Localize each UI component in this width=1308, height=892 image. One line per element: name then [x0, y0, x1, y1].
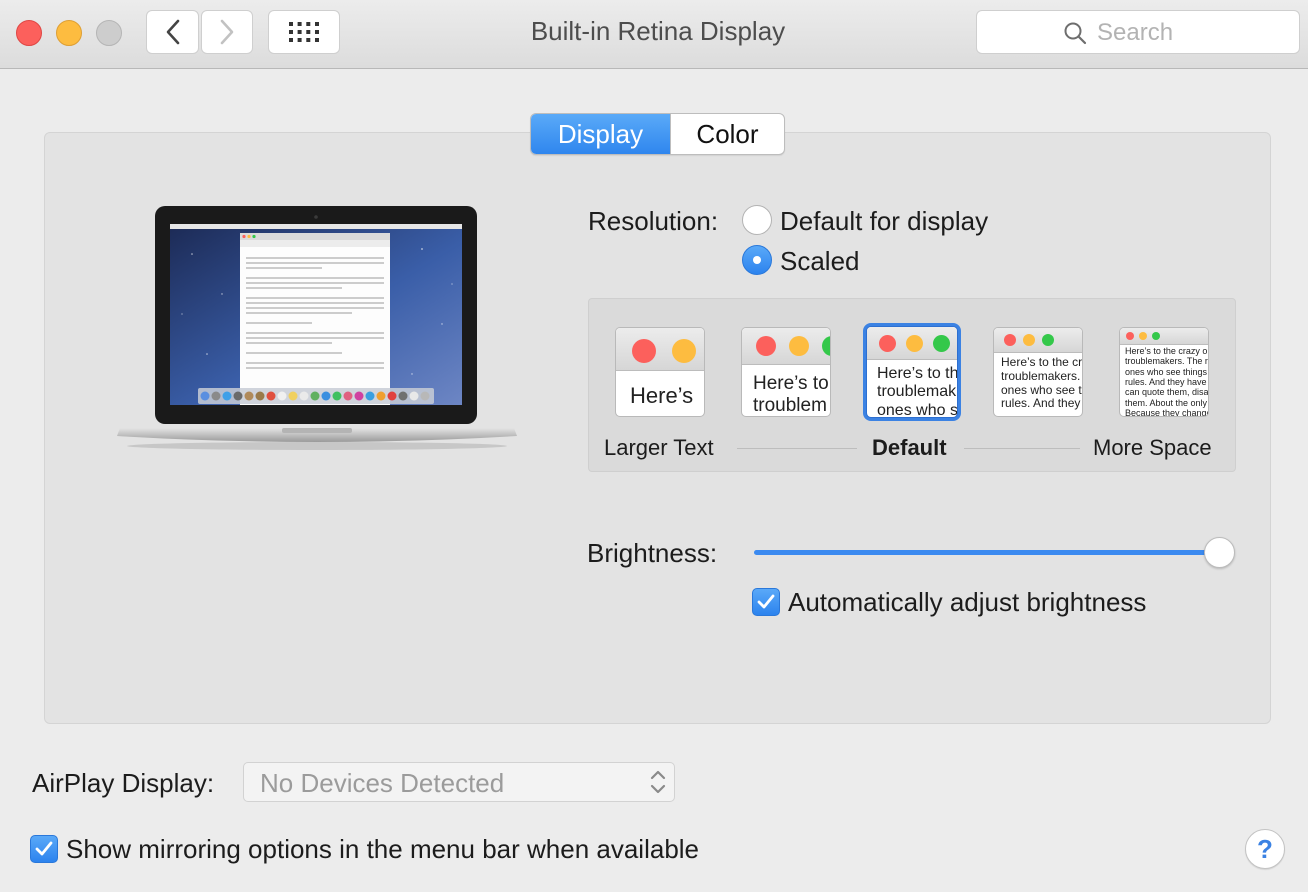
- close-window-button[interactable]: [16, 20, 42, 46]
- tab-bar: Display Color: [530, 113, 785, 155]
- checkmark-icon: [757, 594, 775, 609]
- help-button[interactable]: ?: [1245, 829, 1285, 869]
- grid-icon: [289, 22, 319, 42]
- tab-color[interactable]: Color: [670, 114, 784, 154]
- chevron-right-icon: [220, 19, 234, 45]
- show-mirroring-checkbox[interactable]: [30, 835, 58, 863]
- scale-option-more-space[interactable]: Here’s to the crazy one troublemakers. T…: [1119, 327, 1209, 417]
- brightness-label: Brightness:: [587, 538, 718, 568]
- radio-default-for-display[interactable]: [742, 205, 772, 235]
- laptop-image: [117, 206, 517, 450]
- show-all-button[interactable]: [268, 10, 340, 54]
- chevron-left-icon: [166, 19, 179, 45]
- back-button[interactable]: [146, 10, 199, 54]
- brightness-slider-track[interactable]: [754, 550, 1220, 555]
- zoom-window-button: [96, 20, 122, 46]
- title-bar: Built-in Retina Display Search: [0, 0, 1308, 69]
- radio-scaled[interactable]: [742, 245, 772, 275]
- scale-divider: [964, 448, 1080, 449]
- updown-arrows-icon: [650, 770, 666, 794]
- airplay-display-popup[interactable]: No Devices Detected: [243, 762, 675, 802]
- scale-option-2[interactable]: Here’s to troublem: [741, 327, 831, 417]
- scale-option-4[interactable]: Here’s to the cr troublemakers. ones who…: [993, 327, 1083, 417]
- scale-divider: [737, 448, 857, 449]
- scale-preview-text: Here’s to the crazy one troublemakers. T…: [1125, 346, 1209, 417]
- default-label: Default: [872, 435, 947, 460]
- scale-option-larger-text[interactable]: Here’s: [615, 327, 705, 417]
- window-title: Built-in Retina Display: [530, 16, 786, 46]
- scale-preview-text: Here’s to troublem: [753, 373, 829, 416]
- search-field[interactable]: Search: [976, 10, 1300, 54]
- airplay-display-value: No Devices Detected: [260, 768, 505, 798]
- larger-text-label: Larger Text: [604, 435, 714, 460]
- search-icon: [1064, 22, 1087, 45]
- scale-preview-text: Here’s to the cr troublemakers. ones who…: [1001, 355, 1083, 411]
- auto-brightness-checkbox[interactable]: [752, 588, 780, 616]
- option-default-for-display-label[interactable]: Default for display: [780, 206, 988, 237]
- resolution-label: Resolution:: [588, 206, 719, 236]
- airplay-display-label: AirPlay Display:: [32, 768, 215, 798]
- brightness-slider-knob[interactable]: [1204, 537, 1235, 568]
- scale-preview-text: Here’s: [630, 383, 694, 408]
- checkmark-icon: [35, 841, 53, 856]
- minimize-window-button[interactable]: [56, 20, 82, 46]
- show-mirroring-label[interactable]: Show mirroring options in the menu bar w…: [66, 834, 699, 865]
- more-space-label: More Space: [1093, 435, 1212, 460]
- option-scaled-label[interactable]: Scaled: [780, 246, 860, 277]
- scale-preview-text: Here’s to th troublemak ones who s: [877, 365, 958, 418]
- scale-option-default[interactable]: Here’s to th troublemak ones who s: [866, 326, 958, 418]
- auto-brightness-label[interactable]: Automatically adjust brightness: [788, 587, 1146, 618]
- forward-button[interactable]: [201, 10, 253, 54]
- search-placeholder: Search: [1097, 19, 1174, 46]
- tab-display[interactable]: Display: [531, 114, 670, 154]
